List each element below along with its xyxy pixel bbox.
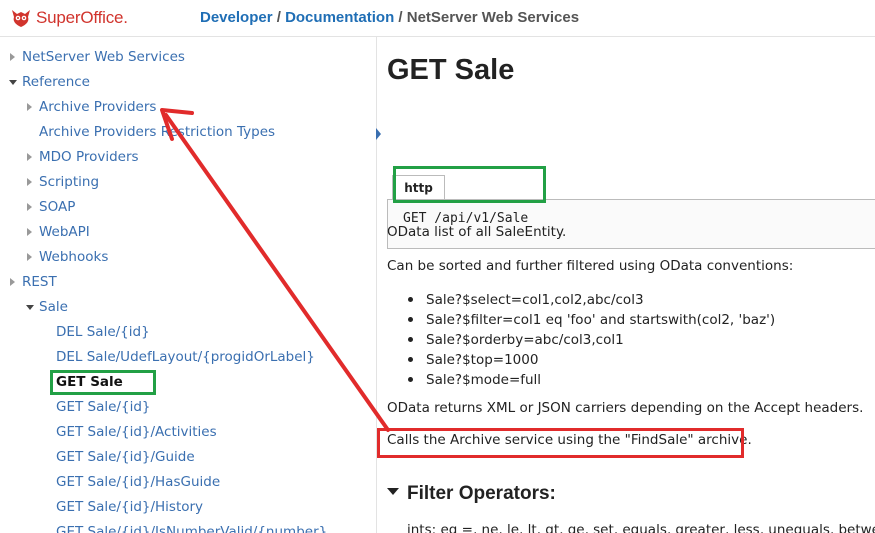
odata-paragraph: Can be sorted and further filtered using… — [387, 258, 794, 274]
list-item: Sale?$filter=col1 eq 'foo' and startswit… — [405, 310, 775, 330]
tree-item-label: MDO Providers — [39, 149, 139, 165]
section-heading-text: Filter Operators: — [407, 483, 556, 504]
collapse-caret-icon[interactable] — [387, 488, 399, 496]
tree-item-label: DEL Sale/{id} — [56, 324, 150, 340]
tree-item-label: GET Sale/{id}/HasGuide — [56, 474, 221, 490]
tree-item-label: Sale — [39, 299, 68, 315]
description-paragraph: OData list of all SaleEntity. — [387, 224, 567, 240]
breadcrumb-separator: / — [276, 9, 281, 26]
breadcrumb: Developer / Documentation / NetServer We… — [200, 9, 579, 26]
tree-item-label: GET Sale/{id} — [56, 399, 151, 415]
collapse-arrow-icon[interactable] — [9, 80, 17, 85]
tree-item-get-sale-activities[interactable]: GET Sale/{id}/Activities — [56, 422, 217, 442]
tree-item-label: GET Sale/{id}/History — [56, 499, 204, 515]
tree-item-label: Webhooks — [39, 249, 109, 265]
main-content: GET Sale http GET /api/v1/Sale OData lis… — [377, 37, 875, 533]
expand-arrow-icon[interactable] — [10, 278, 15, 286]
breadcrumb-documentation[interactable]: Documentation — [285, 9, 394, 26]
tree-item-get-sale-id[interactable]: GET Sale/{id} — [56, 397, 150, 417]
tree-item-label: GET Sale/{id}/Guide — [56, 449, 195, 465]
tree-item-get-sale-isnumbervalid[interactable]: GET Sale/{id}/IsNumberValid/{number} — [56, 522, 327, 533]
tree-item-get-sale-guide[interactable]: GET Sale/{id}/Guide — [56, 447, 195, 467]
operators-text: ints: eq =, ne, le, lt, gt, ge, set, equ… — [407, 522, 875, 533]
tree-item-get-sale-history[interactable]: GET Sale/{id}/History — [56, 497, 203, 517]
tree-item-label: NetServer Web Services — [22, 49, 185, 65]
top-header: SuperOffice. Developer / Documentation /… — [0, 0, 875, 37]
expand-arrow-icon[interactable] — [27, 228, 32, 236]
tree-item-label: Scripting — [39, 174, 100, 190]
tree-item-get-sale[interactable]: GET Sale — [56, 372, 123, 392]
tree-item-label: REST — [22, 274, 57, 290]
tree-item-netserver-web-services[interactable]: NetServer Web Services — [10, 47, 185, 67]
tree-item-get-sale-hasguide[interactable]: GET Sale/{id}/HasGuide — [56, 472, 220, 492]
carriers-paragraph: OData returns XML or JSON carriers depen… — [387, 400, 864, 416]
breadcrumb-separator: / — [398, 9, 403, 26]
tree-item-archive-providers[interactable]: Archive Providers — [27, 97, 156, 117]
archive-paragraph: Calls the Archive service using the "Fin… — [387, 432, 752, 448]
expand-arrow-icon[interactable] — [27, 103, 32, 111]
tree-item-mdo-providers[interactable]: MDO Providers — [27, 147, 139, 167]
tree-item-scripting[interactable]: Scripting — [27, 172, 99, 192]
code-tab-http[interactable]: http — [392, 175, 445, 200]
expand-arrow-icon[interactable] — [27, 203, 32, 211]
list-item: Sale?$top=1000 — [405, 350, 775, 370]
tree-item-rest[interactable]: REST — [10, 272, 57, 292]
tree-item-label: DEL Sale/UdefLayout/{progidOrLabel} — [56, 349, 315, 365]
odata-examples-list: Sale?$select=col1,col2,abc/col3 Sale?$fi… — [405, 290, 775, 390]
expand-arrow-icon[interactable] — [27, 153, 32, 161]
tree-item-del-sale-id[interactable]: DEL Sale/{id} — [56, 322, 150, 342]
breadcrumb-developer[interactable]: Developer — [200, 9, 273, 26]
logo-text: SuperOffice. — [36, 8, 128, 27]
tree-item-label: WebAPI — [39, 224, 90, 240]
list-item: Sale?$orderby=abc/col3,col1 — [405, 330, 775, 350]
breadcrumb-current: NetServer Web Services — [406, 9, 580, 26]
tree-item-label: Archive Providers Restriction Types — [39, 124, 276, 140]
superoffice-logo[interactable]: SuperOffice. — [10, 7, 128, 29]
list-item: Sale?$select=col1,col2,abc/col3 — [405, 290, 775, 310]
tree-item-soap[interactable]: SOAP — [27, 197, 75, 217]
tree-item-label: SOAP — [39, 199, 76, 215]
tree-item-label: GET Sale/{id}/Activities — [56, 424, 217, 440]
tree-item-label: GET Sale — [56, 374, 123, 390]
tree-item-label: Reference — [22, 74, 90, 90]
tree-item-archive-providers-restriction-types[interactable]: Archive Providers Restriction Types — [39, 122, 275, 142]
sidebar-tree: NetServer Web Services Reference Archive… — [0, 37, 377, 533]
page-title: GET Sale — [387, 54, 515, 86]
section-heading: Filter Operators: — [387, 483, 556, 505]
tree-item-label: GET Sale/{id}/IsNumberValid/{number} — [56, 524, 328, 533]
expand-arrow-icon[interactable] — [27, 253, 32, 261]
expand-arrow-icon[interactable] — [10, 53, 15, 61]
tree-item-label: Archive Providers — [39, 99, 157, 115]
collapse-arrow-icon[interactable] — [26, 305, 34, 310]
tree-item-webapi[interactable]: WebAPI — [27, 222, 90, 242]
expand-arrow-icon[interactable] — [27, 178, 32, 186]
tree-item-sale[interactable]: Sale — [26, 297, 68, 317]
tree-item-reference[interactable]: Reference — [9, 72, 90, 92]
tree-item-del-sale-udeflayout[interactable]: DEL Sale/UdefLayout/{progidOrLabel} — [56, 347, 315, 367]
tree-item-webhooks[interactable]: Webhooks — [27, 247, 108, 267]
list-item: Sale?$mode=full — [405, 370, 775, 390]
owl-logo-icon — [12, 10, 30, 27]
